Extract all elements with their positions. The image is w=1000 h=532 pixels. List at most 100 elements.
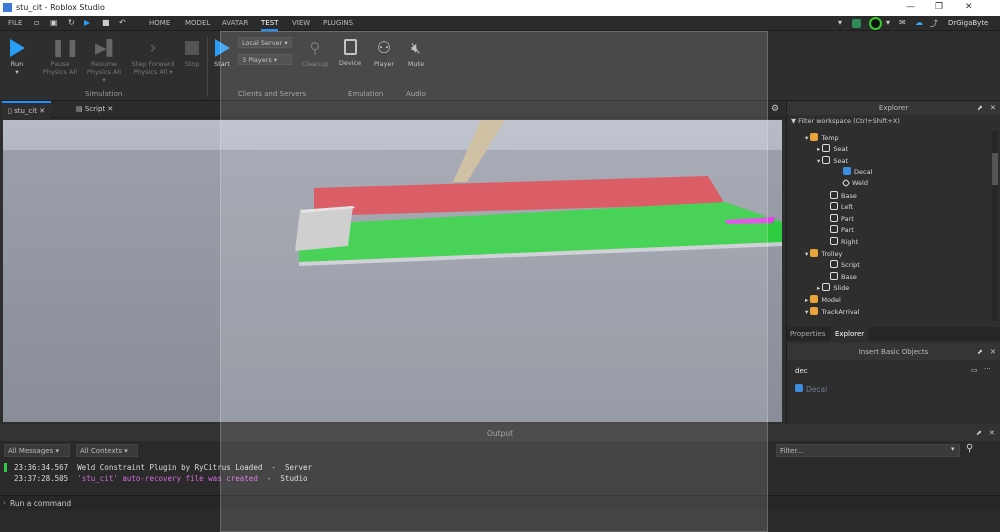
player-label: Player (373, 60, 395, 68)
explorer-scrollbar[interactable] (992, 131, 998, 321)
explorer-panel: Explorer ⬈ ✕ ▼ Filter workspace (Ctrl+Sh… (786, 101, 1000, 341)
menu-view[interactable]: VIEW (292, 19, 310, 27)
menu-home[interactable]: HOME (149, 19, 170, 27)
step-forward-button[interactable]: › Step Forward Physics All ▾ (130, 39, 176, 76)
tree-item-trolley[interactable]: ▾ Trolley (805, 249, 842, 258)
players-dropdown[interactable]: 3 Players ▾ (238, 54, 292, 65)
players-dropdown-value: 3 Players (242, 56, 272, 64)
more-icon[interactable]: ··· (984, 365, 991, 373)
close-icon[interactable]: ✕ (990, 104, 996, 112)
command-input[interactable]: Run a command (10, 499, 71, 508)
clear-output-icon[interactable]: ⚲ (966, 443, 973, 454)
menu-model[interactable]: MODEL (185, 19, 210, 27)
close-icon[interactable]: ✕ (39, 107, 45, 115)
tree-item-left[interactable]: Left (830, 202, 853, 211)
tree-item-trackarrival[interactable]: ▾ TrackArrival (805, 307, 859, 316)
game-icon[interactable] (852, 19, 861, 28)
chevron-down-icon[interactable]: ▾ (951, 445, 955, 453)
new-file-icon[interactable]: ▫ (34, 18, 39, 27)
insert-result-decal[interactable]: Decal (795, 384, 827, 394)
device-button[interactable]: Device (336, 39, 364, 67)
output-filter-placeholder: Filter... (780, 447, 804, 455)
tree-item-script[interactable]: Script (830, 260, 860, 269)
tree-item-part[interactable]: Part (830, 214, 854, 223)
player-button[interactable]: ⚇ Player (370, 39, 398, 69)
run-dropdown-icon: ▾ (15, 68, 19, 76)
share-icon[interactable]: ⤴ (930, 18, 938, 29)
chevron-down-icon[interactable]: ▾ (886, 18, 890, 27)
tab-label: stu_cit (14, 107, 37, 115)
menu-bar: FILE ▫ ▣ ↻ ▶ ■ ↶ HOME MODEL AVATAR TEST … (0, 16, 1000, 31)
pin-icon[interactable]: ⬈ (977, 104, 983, 112)
pin-icon[interactable]: ⬈ (977, 348, 983, 356)
tree-item-temp[interactable]: ▾ Temp (805, 133, 839, 142)
explorer-filter[interactable]: ▼ Filter workspace (Ctrl+Shift+X) (791, 117, 997, 129)
tree-item-model[interactable]: ▸ Model (805, 295, 841, 304)
stop-icon (185, 41, 199, 55)
close-icon[interactable]: ✕ (990, 348, 996, 356)
mute-button[interactable]: 🔇︎ Mute (403, 39, 429, 68)
avatar[interactable] (869, 17, 882, 30)
tree-item-weld[interactable]: Weld (841, 178, 868, 188)
maximize-icon[interactable]: ❐ (935, 2, 943, 12)
tab-properties[interactable]: Properties (790, 330, 825, 338)
tab-explorer[interactable]: Explorer (831, 327, 869, 341)
contexts-filter-dropdown[interactable]: All Contexts ▾ (76, 444, 138, 457)
resume-physics-button[interactable]: ▶▌ Resume Physics All ▾ (85, 39, 123, 84)
start-button[interactable]: Start (210, 39, 234, 68)
divider (207, 37, 208, 97)
menu-plugins[interactable]: PLUGINS (323, 19, 353, 27)
menu-avatar[interactable]: AVATAR (222, 19, 248, 27)
stop-quick-icon[interactable]: ■ (102, 18, 110, 27)
window-title: stu_cit - Roblox Studio (16, 3, 105, 12)
gear-icon[interactable]: ⚙ (771, 104, 779, 114)
device-label: Device (338, 59, 362, 67)
toggle-icon[interactable]: ▭ (971, 366, 978, 374)
tree-item-slide[interactable]: ▸ Slide (817, 283, 849, 292)
menu-test[interactable]: TEST (261, 19, 279, 31)
server-dropdown[interactable]: Local Server ▾ (238, 37, 292, 48)
stop-label: Stop (184, 60, 200, 68)
cleanup-button[interactable]: ⚲ Cleanup (298, 39, 332, 68)
pin-icon[interactable]: ⬈ (976, 429, 982, 437)
viewport-3d[interactable] (3, 120, 782, 422)
tree-label: Trolley (821, 250, 843, 258)
menu-file[interactable]: FILE (8, 19, 22, 27)
chevron-right-icon: › (3, 499, 6, 507)
close-icon[interactable]: ✕ (989, 429, 995, 437)
tree-item-base[interactable]: Base (830, 191, 857, 200)
close-icon[interactable]: ✕ (107, 105, 113, 113)
redo-icon[interactable]: ↻ (68, 18, 75, 27)
username[interactable]: DrGigaByte (948, 19, 988, 27)
stop-button[interactable]: Stop (181, 39, 203, 68)
tree-item-seat[interactable]: ▸ Seat (817, 144, 848, 153)
play-icon[interactable]: ▶ (84, 18, 90, 27)
log-text: 'stu_cit' auto-recovery file was created (77, 474, 258, 483)
command-bar[interactable]: › Run a command (0, 495, 1000, 510)
messages-filter-dropdown[interactable]: All Messages ▾ (4, 444, 70, 457)
tree-item-decal[interactable]: Decal (843, 167, 872, 176)
pause-physics-button[interactable]: ❚❚ Pause Physics All (42, 39, 80, 76)
undo-icon[interactable]: ↶ (119, 18, 126, 27)
insert-search-input[interactable]: dec (791, 365, 971, 377)
tab-stu-cit[interactable]: ▯ stu_cit ✕ (2, 101, 52, 118)
minimize-icon[interactable]: — (906, 2, 915, 12)
tree-item-part[interactable]: Part (830, 225, 854, 234)
run-button[interactable]: Run ▾ (4, 39, 30, 76)
cloud-icon[interactable]: ☁ (915, 18, 923, 27)
tab-script[interactable]: ▤ Script ✕ (70, 101, 119, 118)
tree-item-base[interactable]: Base (830, 272, 857, 281)
step-forward-label: Step Forward Physics All ▾ (131, 60, 175, 76)
tree-item-seat[interactable]: ▾ Seat (817, 156, 848, 165)
close-icon[interactable]: ✕ (965, 2, 973, 12)
insert-result-label: Decal (806, 385, 828, 394)
seat-icon (822, 156, 831, 164)
broom-icon: ⚲ (309, 39, 321, 57)
output-filter-input[interactable]: Filter... (776, 444, 960, 457)
model-icon (810, 307, 819, 315)
open-file-icon[interactable]: ▣ (50, 18, 58, 27)
chevron-down-icon[interactable]: ▾ (838, 18, 842, 27)
output-header: Output (0, 424, 1000, 441)
notification-icon[interactable]: ✉ (899, 18, 906, 27)
tree-item-right[interactable]: Right (830, 237, 858, 246)
